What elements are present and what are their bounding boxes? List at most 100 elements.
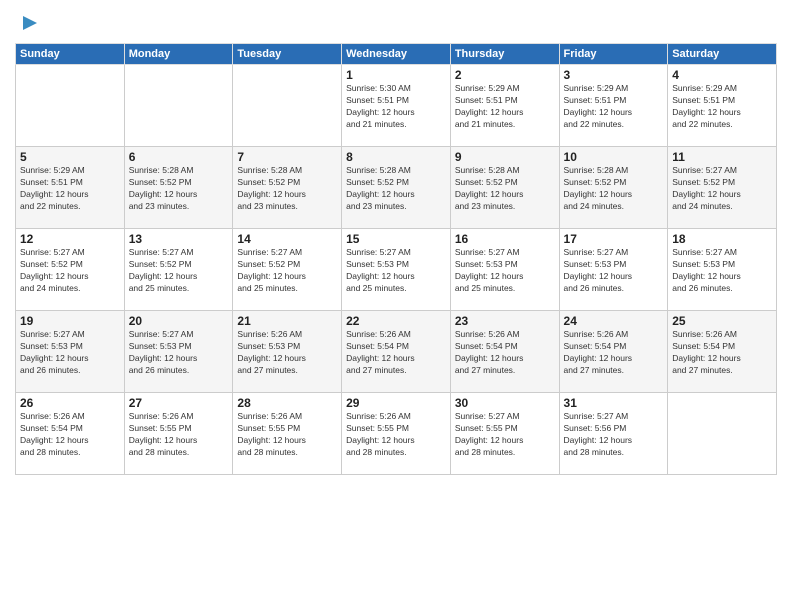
calendar-day-cell: 17Sunrise: 5:27 AM Sunset: 5:53 PM Dayli…: [559, 229, 668, 311]
calendar-day-cell: 5Sunrise: 5:29 AM Sunset: 5:51 PM Daylig…: [16, 147, 125, 229]
day-info: Sunrise: 5:27 AM Sunset: 5:53 PM Dayligh…: [455, 247, 555, 295]
day-number: 17: [564, 232, 664, 246]
calendar-day-cell: 28Sunrise: 5:26 AM Sunset: 5:55 PM Dayli…: [233, 393, 342, 475]
column-header-monday: Monday: [124, 44, 233, 65]
calendar-day-cell: 21Sunrise: 5:26 AM Sunset: 5:53 PM Dayli…: [233, 311, 342, 393]
calendar-day-cell: 29Sunrise: 5:26 AM Sunset: 5:55 PM Dayli…: [342, 393, 451, 475]
column-header-thursday: Thursday: [450, 44, 559, 65]
column-header-saturday: Saturday: [668, 44, 777, 65]
day-info: Sunrise: 5:26 AM Sunset: 5:54 PM Dayligh…: [455, 329, 555, 377]
day-info: Sunrise: 5:26 AM Sunset: 5:55 PM Dayligh…: [129, 411, 229, 459]
day-info: Sunrise: 5:28 AM Sunset: 5:52 PM Dayligh…: [129, 165, 229, 213]
calendar-day-cell: 18Sunrise: 5:27 AM Sunset: 5:53 PM Dayli…: [668, 229, 777, 311]
day-info: Sunrise: 5:30 AM Sunset: 5:51 PM Dayligh…: [346, 83, 446, 131]
day-info: Sunrise: 5:29 AM Sunset: 5:51 PM Dayligh…: [455, 83, 555, 131]
calendar-table: SundayMondayTuesdayWednesdayThursdayFrid…: [15, 43, 777, 475]
calendar-day-cell: 12Sunrise: 5:27 AM Sunset: 5:52 PM Dayli…: [16, 229, 125, 311]
day-info: Sunrise: 5:27 AM Sunset: 5:53 PM Dayligh…: [20, 329, 120, 377]
calendar-day-cell: 24Sunrise: 5:26 AM Sunset: 5:54 PM Dayli…: [559, 311, 668, 393]
day-number: 22: [346, 314, 446, 328]
day-info: Sunrise: 5:28 AM Sunset: 5:52 PM Dayligh…: [346, 165, 446, 213]
calendar-day-cell: 9Sunrise: 5:28 AM Sunset: 5:52 PM Daylig…: [450, 147, 559, 229]
calendar-week-row: 19Sunrise: 5:27 AM Sunset: 5:53 PM Dayli…: [16, 311, 777, 393]
day-number: 25: [672, 314, 772, 328]
day-number: 1: [346, 68, 446, 82]
day-number: 16: [455, 232, 555, 246]
calendar-day-cell: 8Sunrise: 5:28 AM Sunset: 5:52 PM Daylig…: [342, 147, 451, 229]
calendar-day-cell: 14Sunrise: 5:27 AM Sunset: 5:52 PM Dayli…: [233, 229, 342, 311]
calendar-empty-cell: [124, 65, 233, 147]
day-number: 26: [20, 396, 120, 410]
calendar-empty-cell: [233, 65, 342, 147]
day-info: Sunrise: 5:26 AM Sunset: 5:54 PM Dayligh…: [564, 329, 664, 377]
day-number: 27: [129, 396, 229, 410]
day-number: 9: [455, 150, 555, 164]
column-header-wednesday: Wednesday: [342, 44, 451, 65]
calendar-week-row: 1Sunrise: 5:30 AM Sunset: 5:51 PM Daylig…: [16, 65, 777, 147]
day-number: 29: [346, 396, 446, 410]
day-info: Sunrise: 5:27 AM Sunset: 5:56 PM Dayligh…: [564, 411, 664, 459]
calendar-empty-cell: [16, 65, 125, 147]
day-number: 10: [564, 150, 664, 164]
day-number: 24: [564, 314, 664, 328]
calendar-day-cell: 7Sunrise: 5:28 AM Sunset: 5:52 PM Daylig…: [233, 147, 342, 229]
day-number: 3: [564, 68, 664, 82]
day-number: 19: [20, 314, 120, 328]
day-number: 5: [20, 150, 120, 164]
calendar-day-cell: 6Sunrise: 5:28 AM Sunset: 5:52 PM Daylig…: [124, 147, 233, 229]
main-container: SundayMondayTuesdayWednesdayThursdayFrid…: [0, 0, 792, 485]
day-info: Sunrise: 5:27 AM Sunset: 5:52 PM Dayligh…: [672, 165, 772, 213]
day-info: Sunrise: 5:26 AM Sunset: 5:54 PM Dayligh…: [346, 329, 446, 377]
day-info: Sunrise: 5:26 AM Sunset: 5:55 PM Dayligh…: [237, 411, 337, 459]
day-info: Sunrise: 5:27 AM Sunset: 5:53 PM Dayligh…: [129, 329, 229, 377]
calendar-day-cell: 20Sunrise: 5:27 AM Sunset: 5:53 PM Dayli…: [124, 311, 233, 393]
day-number: 6: [129, 150, 229, 164]
day-number: 2: [455, 68, 555, 82]
day-info: Sunrise: 5:26 AM Sunset: 5:53 PM Dayligh…: [237, 329, 337, 377]
header: [15, 10, 777, 39]
calendar-day-cell: 26Sunrise: 5:26 AM Sunset: 5:54 PM Dayli…: [16, 393, 125, 475]
calendar-day-cell: 27Sunrise: 5:26 AM Sunset: 5:55 PM Dayli…: [124, 393, 233, 475]
day-info: Sunrise: 5:27 AM Sunset: 5:52 PM Dayligh…: [237, 247, 337, 295]
day-info: Sunrise: 5:26 AM Sunset: 5:54 PM Dayligh…: [20, 411, 120, 459]
day-number: 7: [237, 150, 337, 164]
calendar-week-row: 5Sunrise: 5:29 AM Sunset: 5:51 PM Daylig…: [16, 147, 777, 229]
day-number: 21: [237, 314, 337, 328]
calendar-day-cell: 13Sunrise: 5:27 AM Sunset: 5:52 PM Dayli…: [124, 229, 233, 311]
calendar-empty-cell: [668, 393, 777, 475]
day-info: Sunrise: 5:29 AM Sunset: 5:51 PM Dayligh…: [20, 165, 120, 213]
day-number: 31: [564, 396, 664, 410]
day-number: 14: [237, 232, 337, 246]
calendar-day-cell: 30Sunrise: 5:27 AM Sunset: 5:55 PM Dayli…: [450, 393, 559, 475]
calendar-day-cell: 31Sunrise: 5:27 AM Sunset: 5:56 PM Dayli…: [559, 393, 668, 475]
column-header-sunday: Sunday: [16, 44, 125, 65]
calendar-day-cell: 16Sunrise: 5:27 AM Sunset: 5:53 PM Dayli…: [450, 229, 559, 311]
calendar-week-row: 26Sunrise: 5:26 AM Sunset: 5:54 PM Dayli…: [16, 393, 777, 475]
day-info: Sunrise: 5:27 AM Sunset: 5:52 PM Dayligh…: [129, 247, 229, 295]
calendar-day-cell: 15Sunrise: 5:27 AM Sunset: 5:53 PM Dayli…: [342, 229, 451, 311]
calendar-day-cell: 2Sunrise: 5:29 AM Sunset: 5:51 PM Daylig…: [450, 65, 559, 147]
calendar-day-cell: 10Sunrise: 5:28 AM Sunset: 5:52 PM Dayli…: [559, 147, 668, 229]
day-number: 12: [20, 232, 120, 246]
day-number: 15: [346, 232, 446, 246]
day-number: 4: [672, 68, 772, 82]
day-info: Sunrise: 5:28 AM Sunset: 5:52 PM Dayligh…: [564, 165, 664, 213]
day-info: Sunrise: 5:26 AM Sunset: 5:54 PM Dayligh…: [672, 329, 772, 377]
day-info: Sunrise: 5:29 AM Sunset: 5:51 PM Dayligh…: [564, 83, 664, 131]
calendar-week-row: 12Sunrise: 5:27 AM Sunset: 5:52 PM Dayli…: [16, 229, 777, 311]
day-number: 8: [346, 150, 446, 164]
logo-arrow-icon: [19, 12, 41, 34]
logo: [15, 10, 41, 39]
day-info: Sunrise: 5:27 AM Sunset: 5:52 PM Dayligh…: [20, 247, 120, 295]
calendar-day-cell: 11Sunrise: 5:27 AM Sunset: 5:52 PM Dayli…: [668, 147, 777, 229]
day-number: 28: [237, 396, 337, 410]
day-number: 20: [129, 314, 229, 328]
calendar-day-cell: 1Sunrise: 5:30 AM Sunset: 5:51 PM Daylig…: [342, 65, 451, 147]
day-info: Sunrise: 5:29 AM Sunset: 5:51 PM Dayligh…: [672, 83, 772, 131]
day-number: 13: [129, 232, 229, 246]
day-info: Sunrise: 5:27 AM Sunset: 5:53 PM Dayligh…: [564, 247, 664, 295]
calendar-header-row: SundayMondayTuesdayWednesdayThursdayFrid…: [16, 44, 777, 65]
day-number: 18: [672, 232, 772, 246]
day-info: Sunrise: 5:26 AM Sunset: 5:55 PM Dayligh…: [346, 411, 446, 459]
day-number: 23: [455, 314, 555, 328]
